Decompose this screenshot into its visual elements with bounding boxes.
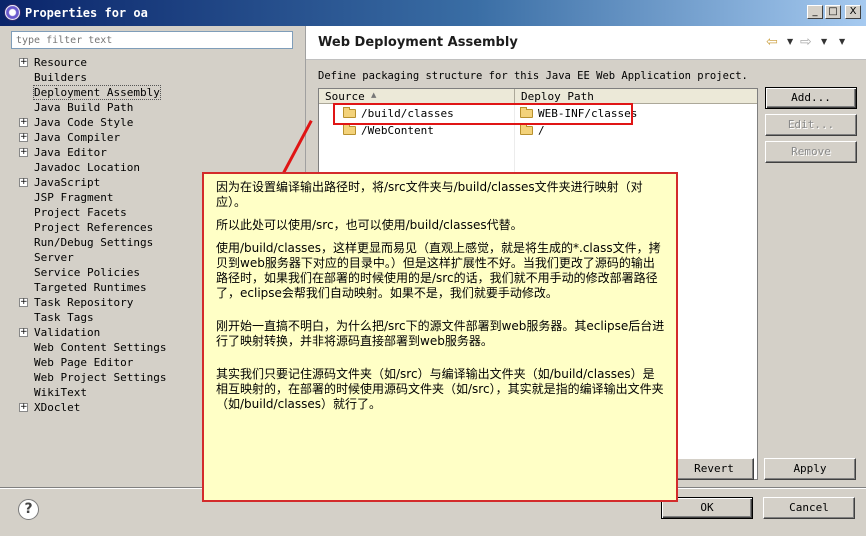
annotation-callout: 因为在设置编译输出路径时，将/src文件夹与/build/classes文件夹进… bbox=[202, 172, 678, 502]
column-source[interactable]: Source ▲ bbox=[319, 89, 515, 104]
tree-item-label: XDoclet bbox=[34, 401, 81, 414]
tree-item[interactable]: Deployment Assembly bbox=[8, 85, 298, 100]
page-title: Web Deployment Assembly bbox=[318, 35, 518, 50]
callout-paragraph: 使用/build/classes，这样更显而易见（直观上感觉，就是将生成的*.c… bbox=[216, 241, 661, 300]
expand-icon[interactable]: + bbox=[19, 133, 28, 142]
back-dropdown-icon[interactable]: ▼ bbox=[787, 37, 793, 46]
tree-item[interactable]: + Resource bbox=[8, 55, 298, 70]
view-menu-icon[interactable]: ▼ bbox=[839, 37, 845, 46]
tree-item-label: JSP Fragment bbox=[34, 191, 114, 204]
folder-icon bbox=[520, 124, 533, 135]
help-icon[interactable]: ? bbox=[18, 499, 39, 520]
expand-icon[interactable]: + bbox=[19, 403, 28, 412]
tree-item-label: Resource bbox=[34, 56, 87, 69]
tree-item-label: Web Content Settings bbox=[34, 341, 167, 354]
edit-button[interactable]: Edit... bbox=[765, 114, 857, 136]
row-source: /WebContent bbox=[361, 124, 434, 137]
tree-item-label: Project Facets bbox=[34, 206, 127, 219]
sort-ascending-icon: ▲ bbox=[371, 91, 377, 99]
row-deploy-path: / bbox=[538, 124, 545, 137]
tree-item-label: Task Tags bbox=[34, 311, 94, 324]
page-description: Define packaging structure for this Java… bbox=[318, 70, 748, 82]
tree-item-label: Service Policies bbox=[34, 266, 140, 279]
callout-paragraph: 刚开始一直搞不明白，为什么把/src下的源文件部署到web服务器。其eclips… bbox=[216, 319, 665, 348]
red-highlight-box bbox=[333, 103, 633, 125]
window-title: Properties for oa bbox=[25, 6, 148, 20]
tree-item-label: Project References bbox=[34, 221, 154, 234]
tree-item-label: JavaScript bbox=[34, 176, 101, 189]
tree-item[interactable]: + Java Editor bbox=[8, 145, 298, 160]
tree-item-label: Targeted Runtimes bbox=[34, 281, 147, 294]
apply-button[interactable]: Apply bbox=[764, 458, 856, 480]
back-arrow-icon[interactable]: ⇦ bbox=[766, 34, 778, 50]
tree-item-label: Server bbox=[34, 251, 74, 264]
tree-item-label: Java Build Path bbox=[34, 101, 134, 114]
callout-paragraph: 其实我们只要记住源码文件夹（如/src）与编译输出文件夹（如/build/cla… bbox=[216, 367, 664, 411]
folder-icon bbox=[343, 124, 356, 135]
tree-item-label: Java Code Style bbox=[34, 116, 134, 129]
tree-item-label: Java Compiler bbox=[34, 131, 121, 144]
callout-paragraph: 所以此处可以使用/src，也可以使用/build/classes代替。 bbox=[216, 218, 523, 232]
close-button[interactable]: X bbox=[845, 5, 861, 19]
forward-arrow-icon[interactable]: ⇨ bbox=[800, 34, 812, 50]
expand-icon[interactable]: + bbox=[19, 178, 28, 187]
tree-item-label: Validation bbox=[34, 326, 101, 339]
page-header: Web Deployment Assembly ⇦ ▼ ⇨ ▼ ▼ bbox=[306, 26, 866, 60]
tree-item-label: Run/Debug Settings bbox=[34, 236, 154, 249]
tree-item-label: Java Editor bbox=[34, 146, 107, 159]
cancel-button[interactable]: Cancel bbox=[763, 497, 855, 519]
tree-item-label: Web Page Editor bbox=[34, 356, 134, 369]
maximize-button[interactable]: □ bbox=[825, 5, 841, 19]
window-titlebar[interactable]: Properties for oa _ □ X bbox=[0, 0, 866, 26]
tree-item[interactable]: Builders bbox=[8, 70, 298, 85]
tree-item-label: Builders bbox=[34, 71, 87, 84]
column-deploy-path[interactable]: Deploy Path bbox=[515, 89, 757, 104]
tree-item-label: Task Repository bbox=[34, 296, 134, 309]
expand-icon[interactable]: + bbox=[19, 58, 28, 67]
tree-item-label: Javadoc Location bbox=[34, 161, 140, 174]
forward-dropdown-icon[interactable]: ▼ bbox=[821, 37, 827, 46]
filter-input[interactable] bbox=[11, 31, 293, 49]
tree-item[interactable]: Java Build Path bbox=[8, 100, 298, 115]
minimize-button[interactable]: _ bbox=[807, 5, 823, 19]
expand-icon[interactable]: + bbox=[19, 148, 28, 157]
table-header: Source ▲ Deploy Path bbox=[319, 89, 757, 104]
tree-item[interactable]: + Java Compiler bbox=[8, 130, 298, 145]
revert-button[interactable]: Revert bbox=[674, 458, 754, 480]
expand-icon[interactable]: + bbox=[19, 298, 28, 307]
remove-button[interactable]: Remove bbox=[765, 141, 857, 163]
expand-icon[interactable]: + bbox=[19, 328, 28, 337]
add-button[interactable]: Add... bbox=[765, 87, 857, 109]
tree-item-label: WikiText bbox=[34, 386, 87, 399]
eclipse-icon bbox=[4, 4, 21, 21]
tree-item-label: Deployment Assembly bbox=[33, 85, 161, 100]
tree-item[interactable]: + Java Code Style bbox=[8, 115, 298, 130]
expand-icon[interactable]: + bbox=[19, 118, 28, 127]
callout-paragraph: 因为在设置编译输出路径时，将/src文件夹与/build/classes文件夹进… bbox=[216, 180, 643, 209]
tree-item-label: Web Project Settings bbox=[34, 371, 167, 384]
